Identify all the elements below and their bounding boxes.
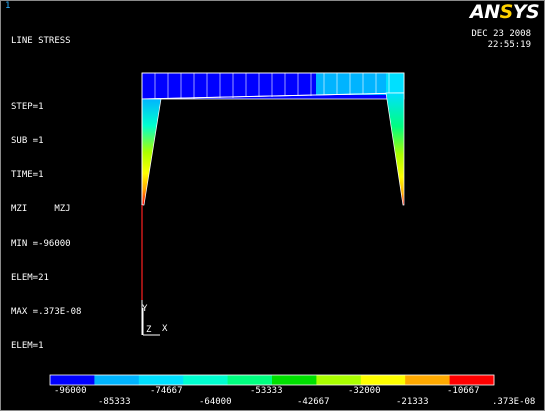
legend-swatch (227, 375, 273, 385)
legend-swatch (360, 375, 406, 385)
triad-y-label: Y (142, 304, 148, 314)
legend-swatch (449, 375, 495, 385)
triad-z-label: Z (146, 325, 152, 335)
legend-swatch (272, 375, 317, 385)
legend-swatch (316, 375, 362, 385)
legend-color-bar (49, 374, 495, 386)
column-right (385, 92, 405, 206)
legend-swatch (138, 375, 184, 385)
triad-x-label: X (162, 324, 168, 334)
column-left (141, 98, 162, 335)
stress-plot (49, 72, 495, 386)
legend-swatch (94, 375, 140, 385)
legend-swatch (183, 375, 229, 385)
legend-swatch (50, 375, 95, 385)
beam-top (141, 72, 405, 100)
legend-swatch (405, 375, 451, 385)
